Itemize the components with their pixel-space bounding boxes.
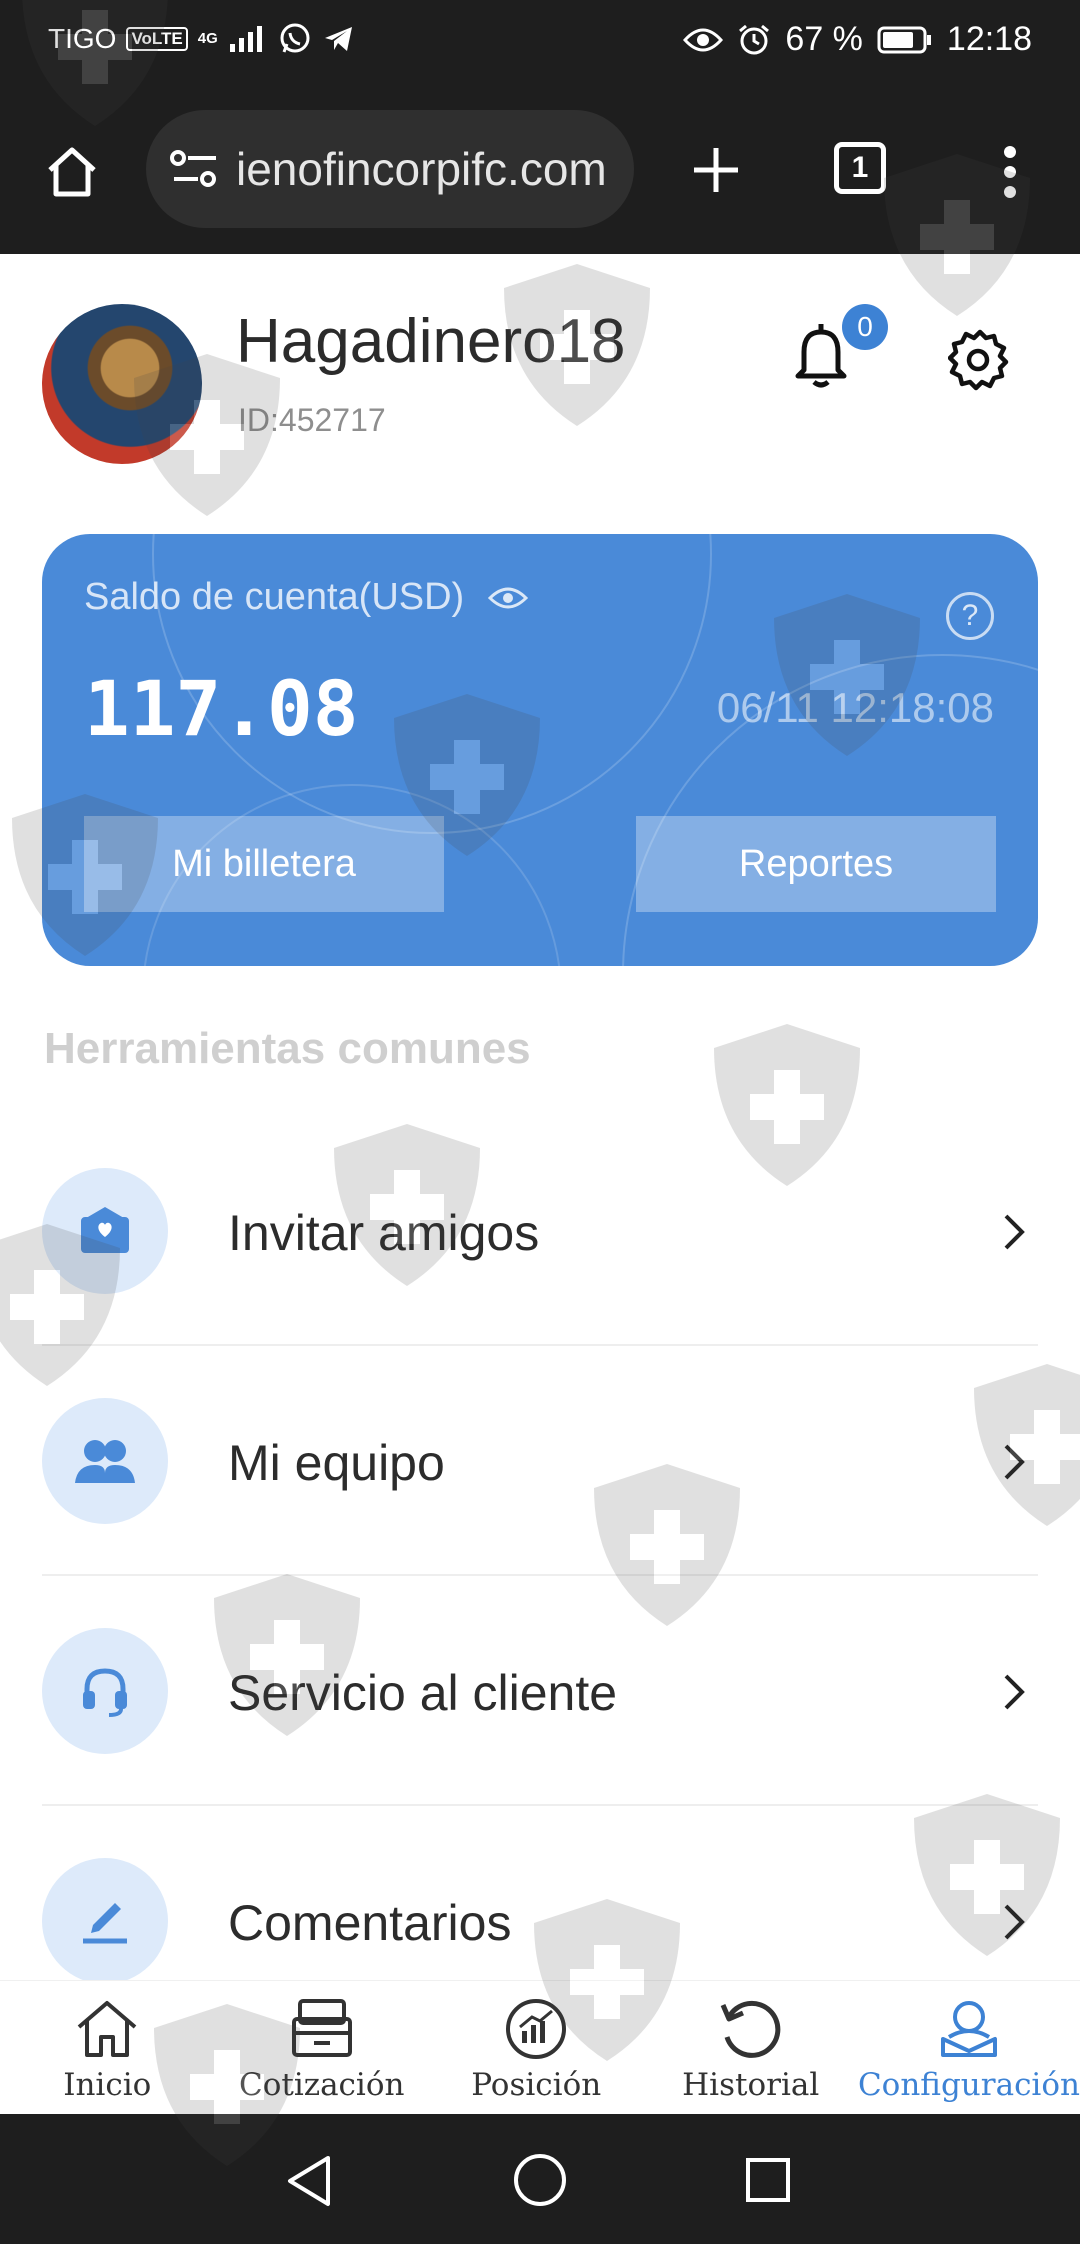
avatar[interactable] <box>42 304 202 464</box>
nav-item-home[interactable]: Inicio <box>0 1981 214 2114</box>
telegram-icon <box>324 27 352 51</box>
network-type: 4G <box>197 30 218 47</box>
system-navigation-bar <box>0 2114 1080 2244</box>
chevron-right-icon <box>1004 1674 1025 1710</box>
nav-label: Configuración <box>857 2067 1080 2103</box>
clock: 12:18 <box>946 20 1032 58</box>
nav-item-position[interactable]: Posición <box>429 1981 643 2114</box>
carrier-label: TIGO <box>48 23 117 54</box>
nav-label: Inicio <box>63 2067 152 2103</box>
chevron-right-icon <box>1004 1214 1025 1250</box>
address-bar[interactable]: ienofincorpifc.com <box>146 110 634 228</box>
quotation-icon <box>291 1999 352 2057</box>
balance-label: Saldo de cuenta(USD) <box>84 576 529 619</box>
icon-circle <box>42 1858 168 1980</box>
alarm-icon <box>739 24 770 54</box>
position-icon <box>506 1999 567 2059</box>
home-icon[interactable] <box>38 138 106 206</box>
home-icon <box>77 2001 137 2057</box>
tabs-button[interactable]: 1 <box>834 142 886 194</box>
browser-toolbar: ienofincorpifc.com 1 <box>0 86 1080 254</box>
chevron-right-icon <box>1004 1904 1025 1940</box>
icon-circle <box>42 1628 168 1754</box>
nav-label: Cotización <box>238 2067 405 2103</box>
battery-percent: 67 % <box>785 20 863 58</box>
balance-amount: 117.08 <box>84 664 359 753</box>
status-bar: TIGO VoLTE 4G 67 % 12:18 <box>0 0 1080 86</box>
reports-button[interactable]: Reportes <box>636 816 996 912</box>
new-tab-icon[interactable] <box>684 138 748 202</box>
chevron-right-icon <box>1004 1444 1025 1480</box>
invite-envelope-icon <box>81 1207 129 1253</box>
gear-icon[interactable] <box>948 328 1012 392</box>
pen-icon <box>83 1903 127 1944</box>
team-icon <box>75 1440 135 1483</box>
list-item-label: Servicio al cliente <box>228 1665 618 1721</box>
nav-item-settings[interactable]: Configuración <box>858 1981 1080 2114</box>
recents-icon[interactable] <box>744 2156 792 2204</box>
nav-item-quotation[interactable]: Cotización <box>214 1981 428 2114</box>
eye-icon[interactable] <box>488 584 529 612</box>
battery-icon <box>877 26 931 53</box>
page-content: Hagadinero18 ID:452717 0 Saldo de cuenta… <box>0 254 1080 1980</box>
list-item-invite-friends[interactable]: Invitar amigos <box>42 1116 1038 1346</box>
section-title: Herramientas comunes <box>44 1024 531 1073</box>
whatsapp-icon <box>280 23 310 53</box>
nav-label: Posición <box>471 2067 602 2103</box>
history-icon <box>720 2000 780 2058</box>
list-item-my-team[interactable]: Mi equipo <box>42 1346 1038 1576</box>
more-menu-icon[interactable] <box>990 142 1030 202</box>
signal-icon <box>229 26 262 52</box>
nav-item-history[interactable]: Historial <box>643 1981 857 2114</box>
headset-icon <box>83 1668 127 1717</box>
list-item-label: Invitar amigos <box>228 1205 540 1261</box>
tab-count: 1 <box>834 142 886 194</box>
user-id: ID:452717 <box>238 402 386 438</box>
list-item-comments[interactable]: Comentarios <box>42 1806 1038 1980</box>
back-icon[interactable] <box>284 2154 334 2208</box>
list-item-customer-service[interactable]: Servicio al cliente <box>42 1576 1038 1806</box>
site-settings-icon[interactable] <box>168 147 224 191</box>
help-icon[interactable]: ? <box>946 592 994 640</box>
icon-circle <box>42 1398 168 1524</box>
url-text: ienofincorpifc.com <box>236 143 607 195</box>
list-item-label: Comentarios <box>228 1895 512 1951</box>
notification-badge: 0 <box>842 304 888 350</box>
eye-icon <box>683 28 724 51</box>
balance-timestamp: 06/11 12:18:08 <box>716 684 994 731</box>
home-circle-icon[interactable] <box>512 2152 568 2208</box>
wallet-button[interactable]: Mi billetera <box>84 816 444 912</box>
list-item-label: Mi equipo <box>228 1435 445 1491</box>
bottom-navigation: Inicio Cotización Posición Historial Con… <box>0 1980 1080 2114</box>
icon-circle <box>42 1168 168 1294</box>
balance-label-text: Saldo de cuenta(USD) <box>84 576 465 618</box>
volte-badge: VoLTE <box>126 27 188 51</box>
balance-card: Saldo de cuenta(USD) ? 117.08 06/11 12:1… <box>42 534 1038 966</box>
nav-label: Historial <box>682 2067 820 2103</box>
username: Hagadinero18 <box>236 307 626 376</box>
profile-settings-icon <box>940 2001 997 2057</box>
